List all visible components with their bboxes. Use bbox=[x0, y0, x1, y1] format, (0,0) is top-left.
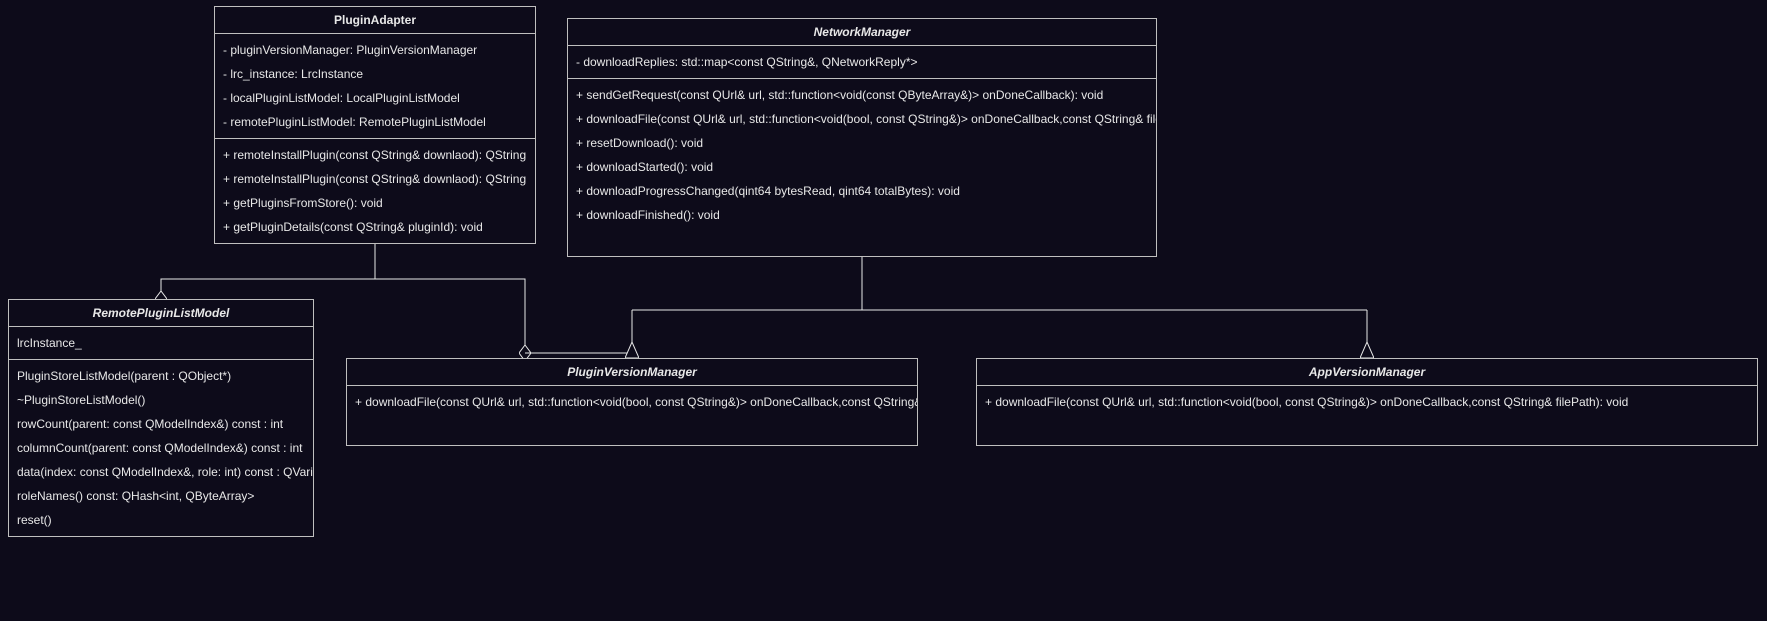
operation: columnCount(parent: const QModelIndex&) … bbox=[9, 436, 313, 460]
class-title: PluginVersionManager bbox=[347, 359, 917, 386]
attribute: - lrc_instance: LrcInstance bbox=[215, 62, 535, 86]
attribute: - downloadReplies: std::map<const QStrin… bbox=[568, 50, 1156, 74]
attributes-section: - downloadReplies: std::map<const QStrin… bbox=[568, 46, 1156, 79]
class-title: PluginAdapter bbox=[215, 7, 535, 34]
operation: + downloadStarted(): void bbox=[568, 155, 1156, 179]
class-network-manager: NetworkManager - downloadReplies: std::m… bbox=[567, 18, 1157, 257]
operation: roleNames() const: QHash<int, QByteArray… bbox=[9, 484, 313, 508]
attribute: - localPluginListModel: LocalPluginListM… bbox=[215, 86, 535, 110]
operation: rowCount(parent: const QModelIndex&) con… bbox=[9, 412, 313, 436]
operation: ~PluginStoreListModel() bbox=[9, 388, 313, 412]
attributes-section: - pluginVersionManager: PluginVersionMan… bbox=[215, 34, 535, 139]
operations-section: + remoteInstallPlugin(const QString& dow… bbox=[215, 139, 535, 243]
operations-section: + sendGetRequest(const QUrl& url, std::f… bbox=[568, 79, 1156, 231]
operation: data(index: const QModelIndex&, role: in… bbox=[9, 460, 313, 484]
operation: reset() bbox=[9, 508, 313, 532]
class-title: NetworkManager bbox=[568, 19, 1156, 46]
operation: + downloadFile(const QUrl& url, std::fun… bbox=[568, 107, 1156, 131]
class-remote-plugin-list-model: RemotePluginListModel lrcInstance_ Plugi… bbox=[8, 299, 314, 537]
operation: + getPluginDetails(const QString& plugin… bbox=[215, 215, 535, 239]
operation: + getPluginsFromStore(): void bbox=[215, 191, 535, 215]
class-title: RemotePluginListModel bbox=[9, 300, 313, 327]
operations-section: + downloadFile(const QUrl& url, std::fun… bbox=[977, 386, 1757, 418]
class-plugin-version-manager: PluginVersionManager + downloadFile(cons… bbox=[346, 358, 918, 446]
class-app-version-manager: AppVersionManager + downloadFile(const Q… bbox=[976, 358, 1758, 446]
operation: + sendGetRequest(const QUrl& url, std::f… bbox=[568, 83, 1156, 107]
operations-section: PluginStoreListModel(parent : QObject*) … bbox=[9, 360, 313, 536]
operation: PluginStoreListModel(parent : QObject*) bbox=[9, 364, 313, 388]
operation: + downloadFile(const QUrl& url, std::fun… bbox=[977, 390, 1757, 414]
operation: + downloadFile(const QUrl& url, std::fun… bbox=[347, 390, 917, 414]
operation: + downloadProgressChanged(qint64 bytesRe… bbox=[568, 179, 1156, 203]
class-title: AppVersionManager bbox=[977, 359, 1757, 386]
operation: + remoteInstallPlugin(const QString& dow… bbox=[215, 143, 535, 167]
attributes-section: lrcInstance_ bbox=[9, 327, 313, 360]
attribute: - pluginVersionManager: PluginVersionMan… bbox=[215, 38, 535, 62]
class-plugin-adapter: PluginAdapter - pluginVersionManager: Pl… bbox=[214, 6, 536, 244]
attribute: lrcInstance_ bbox=[9, 331, 313, 355]
uml-canvas: 1 PluginAdapter - pluginVersionManager: … bbox=[0, 0, 1767, 621]
operation: + downloadFinished(): void bbox=[568, 203, 1156, 227]
attribute: - remotePluginListModel: RemotePluginLis… bbox=[215, 110, 535, 134]
operations-section: + downloadFile(const QUrl& url, std::fun… bbox=[347, 386, 917, 418]
operation: + resetDownload(): void bbox=[568, 131, 1156, 155]
operation: + remoteInstallPlugin(const QString& dow… bbox=[215, 167, 535, 191]
